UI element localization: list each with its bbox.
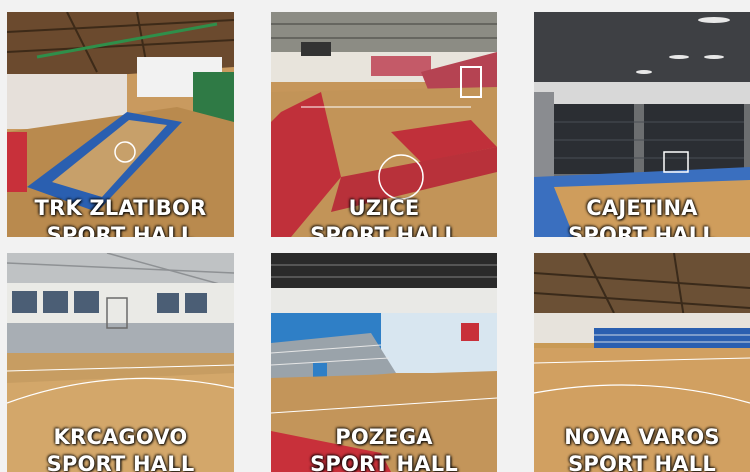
hall-card-pozega[interactable]: POZEGA SPORT HALL	[271, 253, 497, 472]
hall-caption: TRK ZLATIBOR SPORT HALL	[7, 195, 234, 237]
hall-card-krcagovo[interactable]: KRCAGOVO SPORT HALL	[7, 253, 234, 472]
hall-name: TRK ZLATIBOR	[34, 196, 207, 220]
hall-caption: POZEGA SPORT HALL	[271, 424, 497, 472]
hall-name: CAJETINA	[586, 196, 698, 220]
hall-card-trk-zlatibor[interactable]: TRK ZLATIBOR SPORT HALL	[7, 12, 234, 237]
hall-type: SPORT HALL	[310, 452, 458, 472]
hall-type: SPORT HALL	[46, 223, 195, 237]
hall-type: SPORT HALL	[46, 452, 195, 472]
hall-card-nova-varos[interactable]: NOVA VAROS SPORT HALL	[534, 253, 750, 472]
hall-caption: CAJETINA SPORT HALL	[534, 195, 750, 237]
hall-type: SPORT HALL	[310, 223, 458, 237]
hall-name: KRCAGOVO	[53, 425, 188, 449]
hall-type: SPORT HALL	[568, 452, 716, 472]
hall-name: UZICE	[348, 196, 420, 220]
hall-caption: UZICE SPORT HALL	[271, 195, 497, 237]
hall-type: SPORT HALL	[568, 223, 716, 237]
hall-card-cajetina[interactable]: CAJETINA SPORT HALL	[534, 12, 750, 237]
hall-name: NOVA VAROS	[564, 425, 720, 449]
hall-caption: NOVA VAROS SPORT HALL	[534, 424, 750, 472]
hall-name: POZEGA	[335, 425, 433, 449]
hall-caption: KRCAGOVO SPORT HALL	[7, 424, 234, 472]
hall-card-uzice[interactable]: UZICE SPORT HALL	[271, 12, 497, 237]
